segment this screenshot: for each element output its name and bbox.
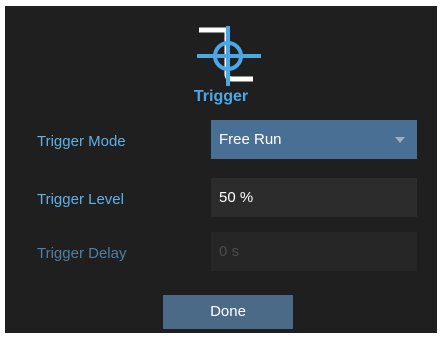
trigger-dialog: Trigger Trigger Mode Free Run Trigger Le… — [5, 6, 437, 333]
trigger-mode-select[interactable]: Free Run — [211, 120, 417, 159]
dialog-title: Trigger — [193, 88, 249, 105]
trigger-delay-input: 0 s — [211, 232, 417, 271]
done-button[interactable]: Done — [163, 295, 293, 329]
trigger-delay-label: Trigger Delay — [37, 245, 127, 262]
trigger-level-input[interactable]: 50 % — [211, 178, 417, 217]
trigger-level-label: Trigger Level — [37, 191, 124, 208]
trigger-level-value: 50 % — [219, 189, 254, 206]
trigger-mode-value: Free Run — [219, 131, 282, 148]
trigger-mode-label: Trigger Mode — [37, 133, 126, 150]
chevron-down-icon — [395, 137, 405, 143]
trigger-icon — [197, 26, 261, 86]
trigger-delay-value: 0 s — [219, 243, 240, 260]
